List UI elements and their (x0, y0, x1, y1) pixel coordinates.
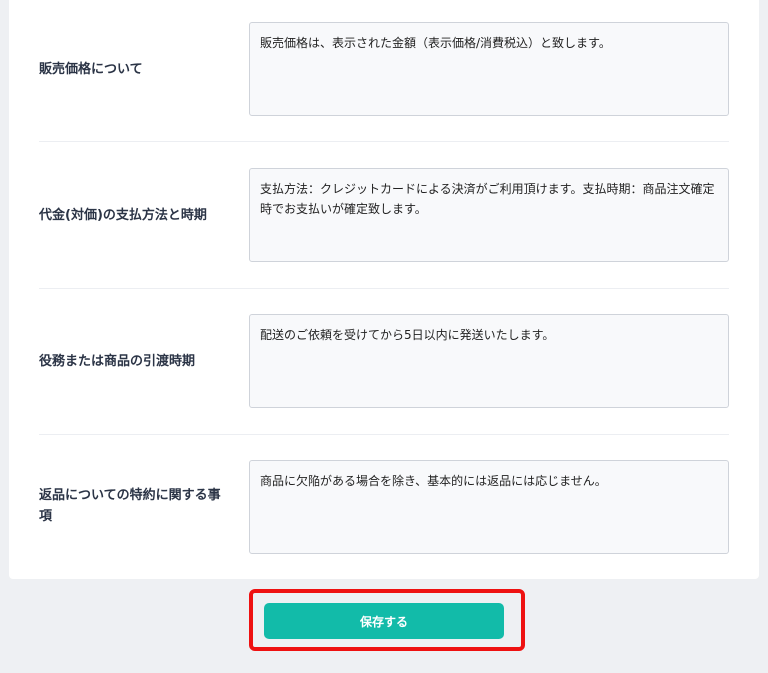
save-button[interactable]: 保存する (264, 603, 504, 639)
returns-textarea[interactable]: 商品に欠陥がある場合を除き、基本的には返品には応じません。 (249, 460, 729, 554)
delivery-textarea[interactable]: 配送のご依頼を受けてから5日以内に発送いたします。 (249, 314, 729, 408)
field-row-delivery: 役務または商品の引渡時期 配送のご依頼を受けてから5日以内に発送いたします。 (39, 314, 729, 408)
field-row-returns: 返品についての特約に関する事項 商品に欠陥がある場合を除き、基本的には返品には応… (39, 460, 729, 554)
row-divider (39, 434, 729, 435)
payment-textarea[interactable]: 支払方法：クレジットカードによる決済がご利用頂けます。支払時期：商品注文確定時で… (249, 168, 729, 262)
row-divider (39, 288, 729, 289)
field-row-payment: 代金(対価)の支払方法と時期 支払方法：クレジットカードによる決済がご利用頂けま… (39, 168, 729, 262)
price-textarea[interactable]: 販売価格は、表示された金額（表示価格/消費税込）と致します。 (249, 22, 729, 116)
field-row-price: 販売価格について 販売価格は、表示された金額（表示価格/消費税込）と致します。 (39, 22, 729, 116)
field-label-delivery: 役務または商品の引渡時期 (39, 354, 196, 369)
field-label-payment: 代金(対価)の支払方法と時期 (39, 208, 207, 223)
field-label-price: 販売価格について (39, 62, 143, 77)
row-divider (39, 141, 729, 142)
settings-card: 販売価格について 販売価格は、表示された金額（表示価格/消費税込）と致します。 … (9, 0, 759, 579)
field-label-returns: 返品についての特約に関する事項 (39, 488, 221, 524)
